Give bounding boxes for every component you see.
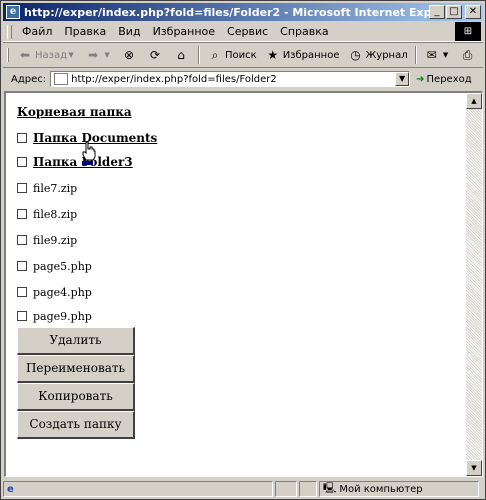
menu-tools[interactable]: Сервис xyxy=(221,25,274,38)
file-row: file9.zip xyxy=(17,227,157,253)
delete-button[interactable]: Удалить xyxy=(17,327,135,355)
scroll-down-icon[interactable]: ▼ xyxy=(466,460,482,476)
stop-button[interactable]: ⊗ xyxy=(117,47,143,63)
address-bar: Адрес: http://exper/index.php?fold=files… xyxy=(3,67,483,90)
file-row: page4.php xyxy=(17,279,157,305)
file-checkbox[interactable] xyxy=(17,261,27,271)
mail-dropdown-icon: ▼ xyxy=(442,51,449,59)
file-name: file8.zip xyxy=(33,207,78,221)
toolbar-separator xyxy=(414,46,417,64)
menu-favorites[interactable]: Избранное xyxy=(147,25,221,38)
go-arrow-icon: ➜ xyxy=(416,73,425,85)
file-name: page9.php xyxy=(33,309,92,323)
menu-file[interactable]: Файл xyxy=(16,25,58,38)
print-button[interactable]: ⎙ xyxy=(456,47,482,63)
mail-icon: ✉ xyxy=(426,48,437,62)
home-button[interactable]: ⌂ xyxy=(169,47,195,63)
refresh-button[interactable]: ⟳ xyxy=(143,47,169,63)
file-row: page5.php xyxy=(17,253,157,279)
menu-view[interactable]: Вид xyxy=(112,25,146,38)
file-checkbox[interactable] xyxy=(17,183,27,193)
stop-icon: ⊗ xyxy=(123,48,135,62)
home-icon: ⌂ xyxy=(177,48,185,62)
address-dropdown-icon[interactable]: ▼ xyxy=(395,72,410,86)
toolbar-grip xyxy=(7,48,9,62)
page-viewport: Корневая папка Папка Documents Папка Fol… xyxy=(4,91,483,477)
back-dropdown-icon: ▼ xyxy=(68,51,74,59)
file-checkbox[interactable] xyxy=(17,209,27,219)
file-checkbox[interactable] xyxy=(17,235,27,245)
history-icon: ◷ xyxy=(350,48,361,62)
windows-logo-icon: ⊞ xyxy=(455,22,481,41)
computer-icon: 🖳 xyxy=(323,482,337,494)
favorites-label: Избранное xyxy=(282,49,340,61)
back-label: Назад xyxy=(35,49,68,61)
standard-toolbar: ⬅ Назад ▼ ➡ ▼ ⊗ ⟳ ⌂ ⌕ Поиск ★ Избранное … xyxy=(3,42,483,68)
copy-button[interactable]: Копировать xyxy=(17,383,135,411)
folder-checkbox[interactable] xyxy=(17,133,27,143)
folder-checkbox[interactable] xyxy=(17,157,27,167)
hand-cursor-icon xyxy=(82,141,96,161)
minimize-button[interactable]: _ xyxy=(429,5,445,19)
rename-button[interactable]: Переименовать xyxy=(17,355,135,383)
address-value: http://exper/index.php?fold=files/Folder… xyxy=(71,73,277,85)
vertical-scrollbar[interactable]: ▲ ▼ xyxy=(466,93,482,476)
create-folder-button[interactable]: Создать папку xyxy=(17,411,135,439)
favorites-icon: ★ xyxy=(267,48,279,62)
forward-dropdown-icon: ▼ xyxy=(104,51,110,59)
refresh-icon: ⟳ xyxy=(149,48,161,62)
file-row: file7.zip xyxy=(17,175,157,201)
address-label: Адрес: xyxy=(11,73,47,85)
history-button[interactable]: ◷ Журнал xyxy=(344,47,412,63)
hover-underline xyxy=(82,161,93,165)
menu-grip xyxy=(7,24,12,39)
status-bar: e 🖳 Мой компьютер xyxy=(3,480,485,498)
ie-app-icon: e xyxy=(6,5,20,19)
close-button[interactable]: ✕ xyxy=(465,5,481,19)
menu-bar: Файл Правка Вид Избранное Сервис Справка xyxy=(3,22,483,42)
back-button[interactable]: ⬅ Назад ▼ xyxy=(13,47,81,63)
zone-panel: 🖳 Мой компьютер xyxy=(319,481,479,497)
status-panel xyxy=(275,481,297,497)
back-arrow-icon: ⬅ xyxy=(19,48,31,62)
maximize-button[interactable]: □ xyxy=(446,5,462,19)
root-folder-link[interactable]: Корневая папка xyxy=(17,105,157,119)
menu-help[interactable]: Справка xyxy=(274,25,334,38)
favorites-button[interactable]: ★ Избранное xyxy=(261,47,344,63)
file-row: page9.php xyxy=(17,305,157,327)
history-label: Журнал xyxy=(365,49,408,61)
edit-button[interactable]: ▦▼ xyxy=(482,47,486,63)
file-row: file8.zip xyxy=(17,201,157,227)
go-button[interactable]: ➜ Переход xyxy=(416,74,472,85)
scroll-up-icon[interactable]: ▲ xyxy=(466,93,482,109)
file-name: page4.php xyxy=(33,285,92,299)
address-input[interactable]: http://exper/index.php?fold=files/Folder… xyxy=(50,71,411,87)
action-buttons: Удалить Переименовать Копировать Создать… xyxy=(17,327,157,439)
forward-button[interactable]: ➡ ▼ xyxy=(81,47,117,63)
page-icon xyxy=(54,73,69,85)
toolbar-separator xyxy=(198,46,201,64)
search-button[interactable]: ⌕ Поиск xyxy=(203,47,261,63)
zone-label: Мой компьютер xyxy=(339,483,423,495)
status-panel xyxy=(299,481,317,497)
file-name: file7.zip xyxy=(33,181,78,195)
ie-status-icon: e xyxy=(7,483,14,495)
print-icon: ⎙ xyxy=(462,48,473,62)
title-bar: e http://exper/index.php?fold=files/Fold… xyxy=(3,3,483,21)
go-label: Переход xyxy=(426,73,472,85)
file-checkbox[interactable] xyxy=(17,311,27,321)
file-name: page5.php xyxy=(33,259,92,273)
mail-button[interactable]: ✉ ▼ xyxy=(420,47,456,63)
window-title: http://exper/index.php?fold=files/Folder… xyxy=(24,5,429,19)
forward-arrow-icon: ➡ xyxy=(87,48,99,62)
browser-window: e http://exper/index.php?fold=files/Fold… xyxy=(0,0,486,500)
file-checkbox[interactable] xyxy=(17,287,27,297)
menu-edit[interactable]: Правка xyxy=(58,25,112,38)
file-name: file9.zip xyxy=(33,233,78,247)
search-icon: ⌕ xyxy=(211,48,219,62)
search-label: Поиск xyxy=(225,49,257,61)
status-text-panel: e xyxy=(3,481,273,497)
